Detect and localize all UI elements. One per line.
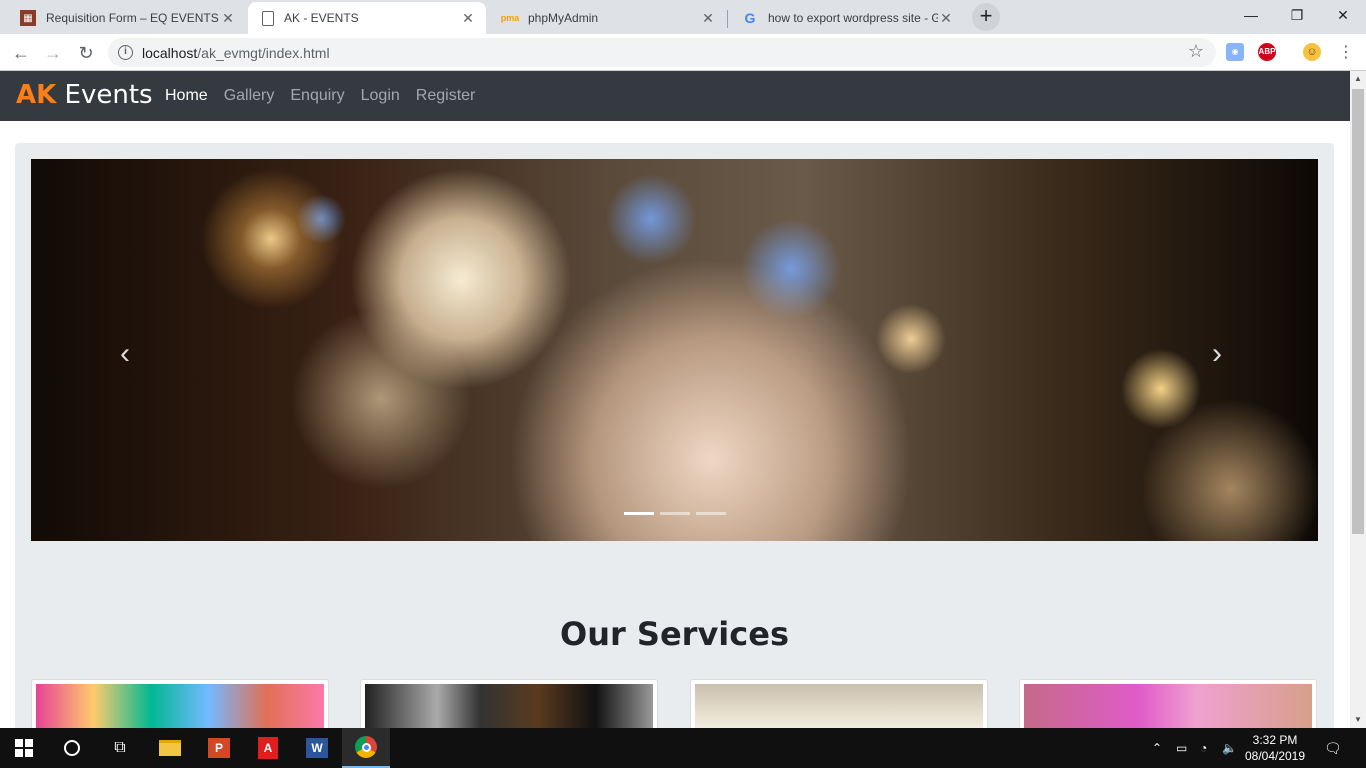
phpmyadmin-favicon-icon: pma — [500, 13, 520, 23]
service-card[interactable] — [1019, 679, 1317, 728]
file-explorer-icon[interactable] — [146, 728, 194, 768]
carousel-prev-chevron-icon[interactable]: ‹ — [110, 337, 140, 371]
party-decor-image — [36, 684, 324, 728]
close-tab-icon[interactable]: ✕ — [460, 10, 476, 26]
carousel-indicator[interactable] — [660, 512, 690, 515]
windows-start-icon[interactable] — [0, 728, 48, 768]
browser-toolbar: ← → ↻ i localhost/ak_evmgt/index.html ☆ … — [0, 34, 1366, 71]
scrollbar-thumb[interactable] — [1352, 89, 1364, 534]
service-card[interactable] — [360, 679, 658, 728]
wifi-icon[interactable]: ◔ — [1200, 728, 1207, 768]
nav-link-login[interactable]: Login — [361, 87, 400, 105]
new-tab-button[interactable]: + — [972, 3, 1000, 31]
tab-strip: ▦ Requisition Form – EQ EVENTS ✕ AK - EV… — [0, 0, 1366, 34]
banquet-hall-image — [695, 684, 983, 728]
show-hidden-icons-chevron-icon[interactable]: ⌃ — [1152, 728, 1162, 768]
system-clock[interactable]: 3:32 PM 08/04/2019 — [1240, 732, 1310, 764]
back-arrow-icon[interactable]: ← — [8, 40, 34, 66]
close-tab-icon[interactable]: ✕ — [938, 10, 954, 26]
powerpoint-icon[interactable]: P — [195, 728, 243, 768]
close-tab-icon[interactable]: ✕ — [220, 10, 236, 26]
chrome-icon[interactable] — [342, 728, 390, 768]
camera-extension-icon[interactable]: ◉ — [1226, 43, 1244, 61]
close-tab-icon[interactable]: ✕ — [700, 10, 716, 26]
windows-taskbar: ⧉ P A W ⌃ ▭ ◔ 🔈 3:32 PM 08/04/2019 🗨 — [0, 728, 1366, 768]
adblock-plus-icon[interactable]: ABP — [1258, 43, 1276, 61]
tab-google-search[interactable]: G how to export wordpress site - G ✕ — [728, 2, 964, 34]
nav-link-enquiry[interactable]: Enquiry — [290, 87, 344, 105]
url-text[interactable]: localhost/ak_evmgt/index.html — [142, 45, 330, 61]
scroll-up-arrow-icon[interactable]: ▲ — [1350, 71, 1366, 87]
close-window-button[interactable]: ✕ — [1320, 0, 1366, 30]
flyer-image — [365, 684, 653, 728]
restore-button[interactable]: ❐ — [1274, 0, 1320, 30]
word-icon[interactable]: W — [293, 728, 341, 768]
page-scrollbar[interactable]: ▲ ▼ — [1350, 71, 1366, 728]
carousel-indicator[interactable] — [624, 512, 654, 515]
tab-requisition-form[interactable]: ▦ Requisition Form – EQ EVENTS ✕ — [6, 2, 246, 34]
tab-phpmyadmin[interactable]: pma phpMyAdmin ✕ — [488, 2, 726, 34]
task-view-icon[interactable]: ⧉ — [96, 728, 144, 768]
tab-ak-events[interactable]: AK - EVENTS ✕ — [248, 2, 486, 34]
carousel-indicator[interactable] — [696, 512, 726, 515]
hero-carousel: ‹ › — [31, 159, 1318, 541]
minimize-button[interactable]: — — [1228, 0, 1274, 30]
reload-icon[interactable]: ↻ — [73, 40, 99, 66]
forward-arrow-icon[interactable]: → — [40, 40, 66, 66]
service-card[interactable] — [690, 679, 988, 728]
service-card[interactable] — [31, 679, 329, 728]
hero-jumbotron: ‹ › Our Services — [15, 143, 1334, 728]
browser-menu-icon[interactable]: ⋮ — [1333, 40, 1359, 66]
nav-link-register[interactable]: Register — [416, 87, 476, 105]
site-brand-logo[interactable]: AK Events — [16, 80, 153, 110]
page-viewport: AK Events Home Gallery Enquiry Login Reg… — [0, 71, 1350, 728]
search-circle-icon[interactable] — [48, 728, 96, 768]
stage-lights-image — [1024, 684, 1312, 728]
carousel-next-chevron-icon[interactable]: › — [1202, 337, 1232, 371]
site-nav-links: Home Gallery Enquiry Login Register — [165, 87, 475, 105]
bookmark-star-icon[interactable]: ☆ — [1188, 41, 1204, 62]
nav-link-home[interactable]: Home — [165, 87, 208, 105]
volume-icon[interactable]: 🔈 — [1222, 728, 1237, 768]
address-bar[interactable]: i localhost/ak_evmgt/index.html ☆ — [108, 38, 1216, 67]
nav-link-gallery[interactable]: Gallery — [224, 87, 275, 105]
carousel-indicators — [624, 512, 726, 515]
services-heading: Our Services — [560, 615, 789, 653]
scroll-down-arrow-icon[interactable]: ▼ — [1350, 712, 1366, 728]
emoji-extension-icon[interactable]: ☺ — [1303, 43, 1321, 61]
site-info-icon[interactable]: i — [118, 45, 133, 60]
page-favicon-icon — [262, 10, 274, 26]
site-navbar: AK Events Home Gallery Enquiry Login Reg… — [0, 71, 1350, 121]
eq-events-favicon-icon: ▦ — [20, 10, 36, 26]
acrobat-reader-icon[interactable]: A — [244, 728, 292, 768]
google-favicon-icon: G — [744, 10, 756, 26]
action-center-icon[interactable]: 🗨 — [1324, 728, 1342, 768]
battery-icon[interactable]: ▭ — [1176, 728, 1187, 768]
